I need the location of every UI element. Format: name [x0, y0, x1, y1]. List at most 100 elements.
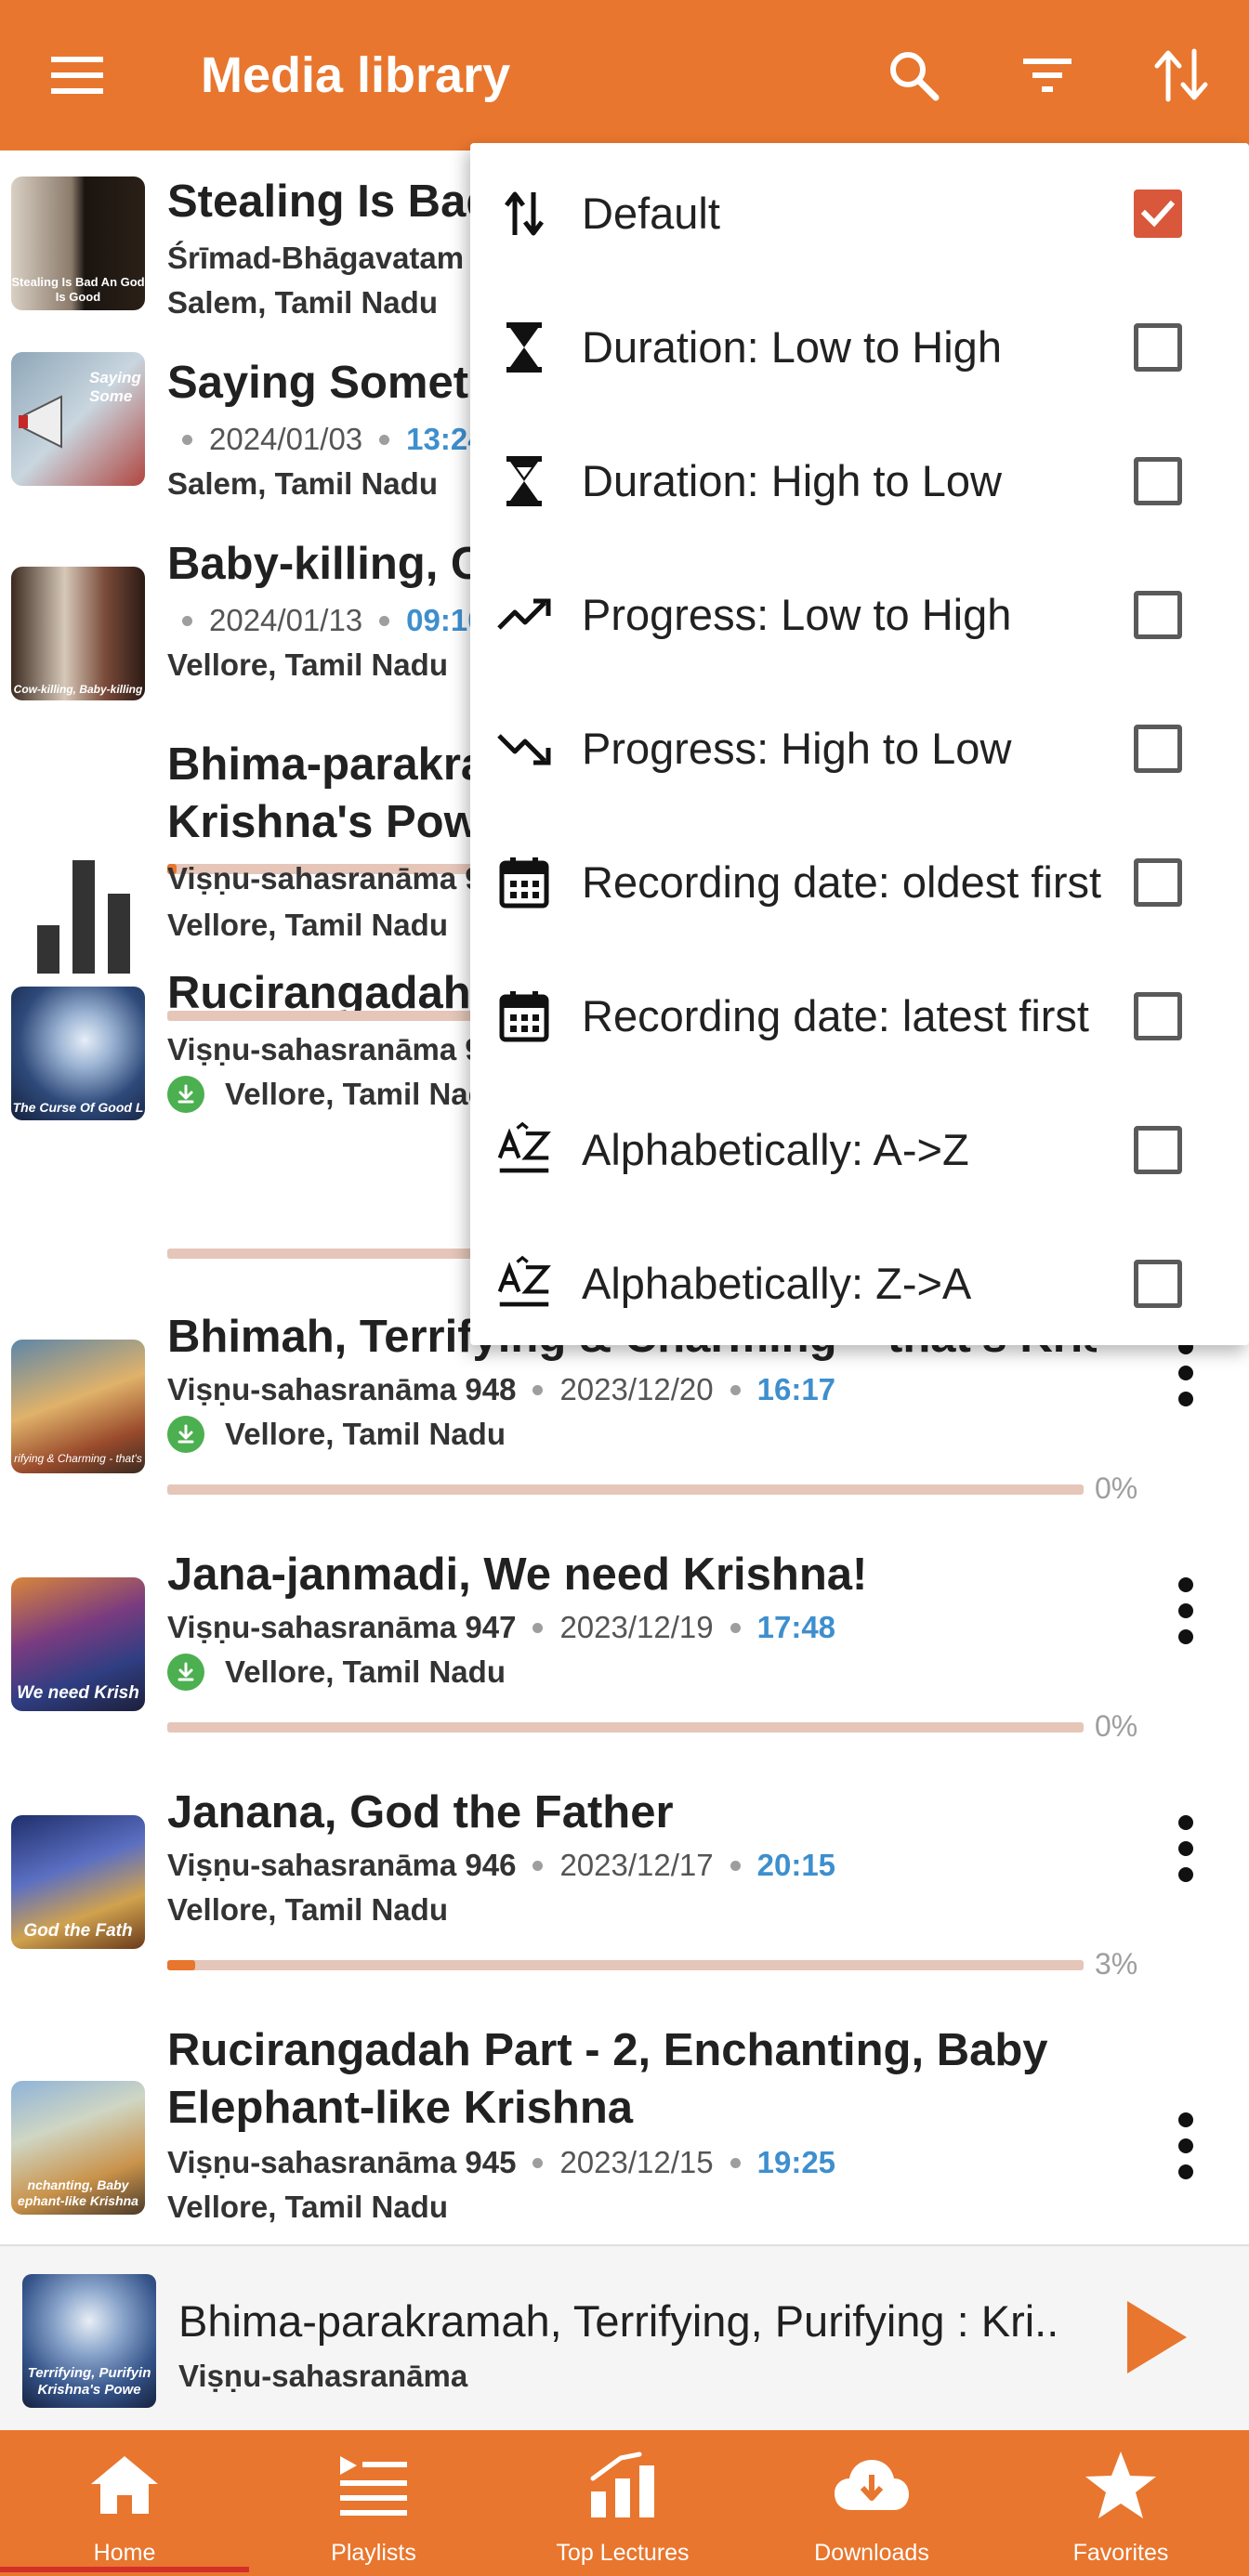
downloaded-icon — [167, 1076, 204, 1113]
checkbox[interactable] — [1134, 858, 1182, 907]
lecture-duration: 20:15 — [756, 1848, 836, 1882]
mini-player[interactable]: Terrifying, Purifyin Krishna's Powe Bhim… — [0, 2244, 1249, 2430]
lecture-title: Janana, God the Father — [167, 1787, 674, 1837]
sort-option-label: Alphabetically: A->Z — [582, 1125, 969, 1174]
lecture-meta: 2024/01/13 09:10 — [167, 600, 485, 641]
sort-option-alpha-desc[interactable]: Alphabetically: Z->A — [470, 1215, 1249, 1349]
nav-home[interactable]: Home — [0, 2430, 249, 2576]
nav-favorites[interactable]: Favorites — [996, 2430, 1245, 2576]
separator-dot — [532, 1622, 544, 1633]
sort-option-date-oldest[interactable]: Recording date: oldest first — [470, 814, 1249, 948]
downloaded-icon — [167, 1416, 204, 1453]
lecture-meta: Viṣṇu-sahasranāma 946 2023/12/17 20:15 — [167, 1845, 835, 1886]
lecture-thumbnail: The Curse Of Good L — [11, 987, 145, 1120]
home-icon — [0, 2443, 249, 2527]
sort-option-label: Alphabetically: Z->A — [582, 1259, 972, 1308]
lecture-location-text: Vellore, Tamil Nadu — [167, 1892, 448, 1927]
nav-top-lectures[interactable]: Top Lectures — [498, 2430, 747, 2576]
lecture-date: 2024/01/03 — [209, 422, 363, 456]
nav-playlists[interactable]: Playlists — [249, 2430, 498, 2576]
lecture-duration: 19:25 — [756, 2145, 836, 2179]
separator-dot — [379, 615, 390, 626]
checkbox[interactable] — [1134, 1126, 1182, 1174]
separator-dot — [532, 1384, 544, 1395]
lecture-location: Vellore, Tamil Nadu — [167, 1414, 506, 1455]
thumbnail-caption: God the Fath — [23, 1921, 133, 1941]
lecture-date: 2023/12/20 — [559, 1372, 714, 1406]
list-item[interactable]: We need Krish Jana-janmadi, We need Kris… — [0, 1546, 1249, 1784]
list-item[interactable]: nchanting, Baby ephant-like Krishna Ruci… — [0, 2021, 1249, 2244]
lecture-series: Viṣṇu-sahasranāma 946 — [167, 1848, 517, 1882]
checkbox[interactable] — [1134, 457, 1182, 505]
active-tab-indicator — [0, 2567, 249, 2572]
more-options-button[interactable] — [1149, 1564, 1223, 1657]
bar-chart-icon — [498, 2443, 747, 2527]
lecture-series: Viṣṇu-sahasranāma 94 — [167, 861, 500, 896]
lecture-location-text: Vellore, Tamil Nadu — [167, 647, 448, 682]
sort-option-label: Duration: Low to High — [582, 322, 1002, 372]
nav-label: Top Lectures — [556, 2540, 690, 2566]
nav-label: Downloads — [814, 2540, 929, 2566]
lecture-title-line2: Elephant-like Krishna — [167, 2083, 634, 2133]
nav-label: Playlists — [331, 2540, 416, 2566]
menu-icon[interactable] — [35, 33, 119, 117]
more-options-button[interactable] — [1149, 1802, 1223, 1895]
checkbox[interactable] — [1134, 992, 1182, 1040]
sort-option-duration-desc[interactable]: Duration: High to Low — [470, 412, 1249, 546]
lecture-meta: Viṣṇu-sahasranāma 948 2023/12/20 16:17 — [167, 1369, 835, 1410]
separator-dot — [532, 1860, 544, 1871]
sort-menu: Default Duration: Low to High Duration: … — [470, 143, 1249, 1345]
nav-downloads[interactable]: Downloads — [747, 2430, 996, 2576]
checkbox[interactable] — [1134, 323, 1182, 372]
lecture-series: Viṣṇu-sahasranāma 947 — [167, 1610, 517, 1644]
lecture-location: Salem, Tamil Nadu — [167, 282, 438, 323]
lecture-location-text: Vellore, Tamil Nadu — [225, 1654, 506, 1689]
search-icon[interactable] — [872, 33, 955, 117]
checkbox[interactable] — [1134, 1260, 1182, 1308]
separator-dot — [182, 615, 192, 626]
lecture-thumbnail: Cow-killing, Baby-killing — [11, 567, 145, 700]
lecture-series: Viṣṇu-sahasranāma 945 — [167, 2145, 517, 2179]
progress-bar — [167, 1484, 1084, 1495]
lecture-date: 2023/12/15 — [559, 2145, 714, 2179]
now-playing-series: Viṣṇu-sahasranāma — [178, 2359, 468, 2393]
lecture-duration: 17:48 — [756, 1610, 836, 1644]
lecture-date: 2024/01/13 — [209, 603, 363, 637]
page-title: Media library — [201, 47, 511, 103]
separator-dot — [379, 434, 390, 445]
filter-icon[interactable] — [1006, 33, 1089, 117]
checkbox-checked[interactable] — [1134, 190, 1182, 238]
sort-option-progress-desc[interactable]: Progress: High to Low — [470, 680, 1249, 814]
sort-option-progress-asc[interactable]: Progress: Low to High — [470, 546, 1249, 680]
play-button[interactable] — [1111, 2291, 1201, 2384]
thumbnail-caption: We need Krish — [17, 1683, 139, 1703]
sort-option-default[interactable]: Default — [470, 145, 1249, 279]
progress-percent: 0% — [1095, 1471, 1138, 1505]
separator-dot — [182, 434, 192, 445]
checkbox[interactable] — [1134, 725, 1182, 773]
lecture-location-text: Salem, Tamil Nadu — [167, 285, 438, 320]
default-sort-icon — [496, 186, 552, 242]
hourglass-icon — [496, 320, 552, 375]
calendar-icon — [496, 988, 552, 1044]
sort-option-alpha-asc[interactable]: Alphabetically: A->Z — [470, 1081, 1249, 1215]
sort-option-date-latest[interactable]: Recording date: latest first — [470, 948, 1249, 1081]
lecture-location-text: Vellore, Tamil Nadu — [167, 908, 448, 942]
sort-option-label: Progress: Low to High — [582, 590, 1012, 639]
lecture-meta: Viṣṇu-sahasranāma 947 2023/12/19 17:48 — [167, 1607, 835, 1648]
sort-alpha-icon — [496, 1255, 552, 1312]
separator-dot — [730, 1860, 741, 1871]
separator-dot — [730, 1622, 741, 1633]
more-options-button[interactable] — [1149, 2099, 1223, 2192]
list-item[interactable]: God the Fath Janana, God the Father Viṣṇ… — [0, 1784, 1249, 2021]
thumbnail-caption: Stealing Is Bad An God Is Good — [11, 275, 145, 304]
downloaded-icon — [167, 1654, 204, 1691]
separator-dot — [532, 2157, 544, 2168]
sort-option-duration-asc[interactable]: Duration: Low to High — [470, 279, 1249, 412]
now-playing-title: Bhima-parakramah, Terrifying, Purifying … — [178, 2296, 1059, 2346]
lecture-meta: Viṣṇu-sahasranāma 94 — [167, 858, 499, 899]
sort-icon[interactable] — [1139, 33, 1223, 117]
cloud-download-icon — [747, 2443, 996, 2527]
checkbox[interactable] — [1134, 591, 1182, 639]
nav-label: Favorites — [1072, 2540, 1169, 2566]
